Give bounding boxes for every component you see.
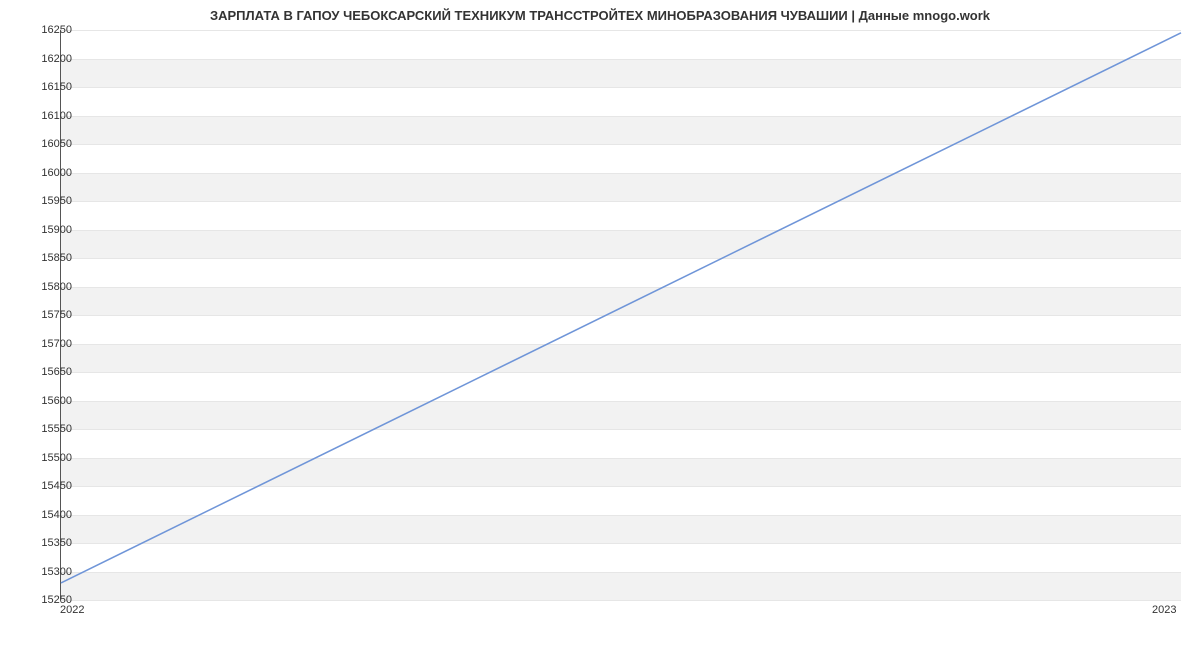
y-tick-label: 15900 (22, 224, 72, 236)
x-tick-label: 2022 (60, 604, 84, 616)
y-tick-label: 15800 (22, 281, 72, 293)
y-tick-label: 16150 (22, 81, 72, 93)
series-line (61, 33, 1181, 583)
x-tick-label: 2023 (1152, 604, 1176, 616)
y-tick-label: 15300 (22, 566, 72, 578)
y-tick-label: 15450 (22, 480, 72, 492)
y-tick-label: 16100 (22, 110, 72, 122)
y-tick-label: 15350 (22, 537, 72, 549)
y-tick-label: 15700 (22, 338, 72, 350)
y-tick-label: 15550 (22, 423, 72, 435)
gridline (61, 600, 1181, 601)
y-tick-label: 16000 (22, 167, 72, 179)
chart-title: ЗАРПЛАТА В ГАПОУ ЧЕБОКСАРСКИЙ ТЕХНИКУМ Т… (0, 8, 1200, 23)
y-tick-label: 15600 (22, 395, 72, 407)
y-tick-label: 15950 (22, 195, 72, 207)
plot-area (60, 30, 1181, 601)
y-tick-label: 16200 (22, 53, 72, 65)
chart-container: ЗАРПЛАТА В ГАПОУ ЧЕБОКСАРСКИЙ ТЕХНИКУМ Т… (0, 0, 1200, 650)
line-layer (61, 30, 1181, 600)
y-tick-label: 15750 (22, 309, 72, 321)
y-tick-label: 15850 (22, 252, 72, 264)
y-tick-label: 16250 (22, 24, 72, 36)
y-tick-label: 15400 (22, 509, 72, 521)
y-tick-label: 15650 (22, 366, 72, 378)
y-tick-label: 16050 (22, 138, 72, 150)
y-tick-label: 15500 (22, 452, 72, 464)
